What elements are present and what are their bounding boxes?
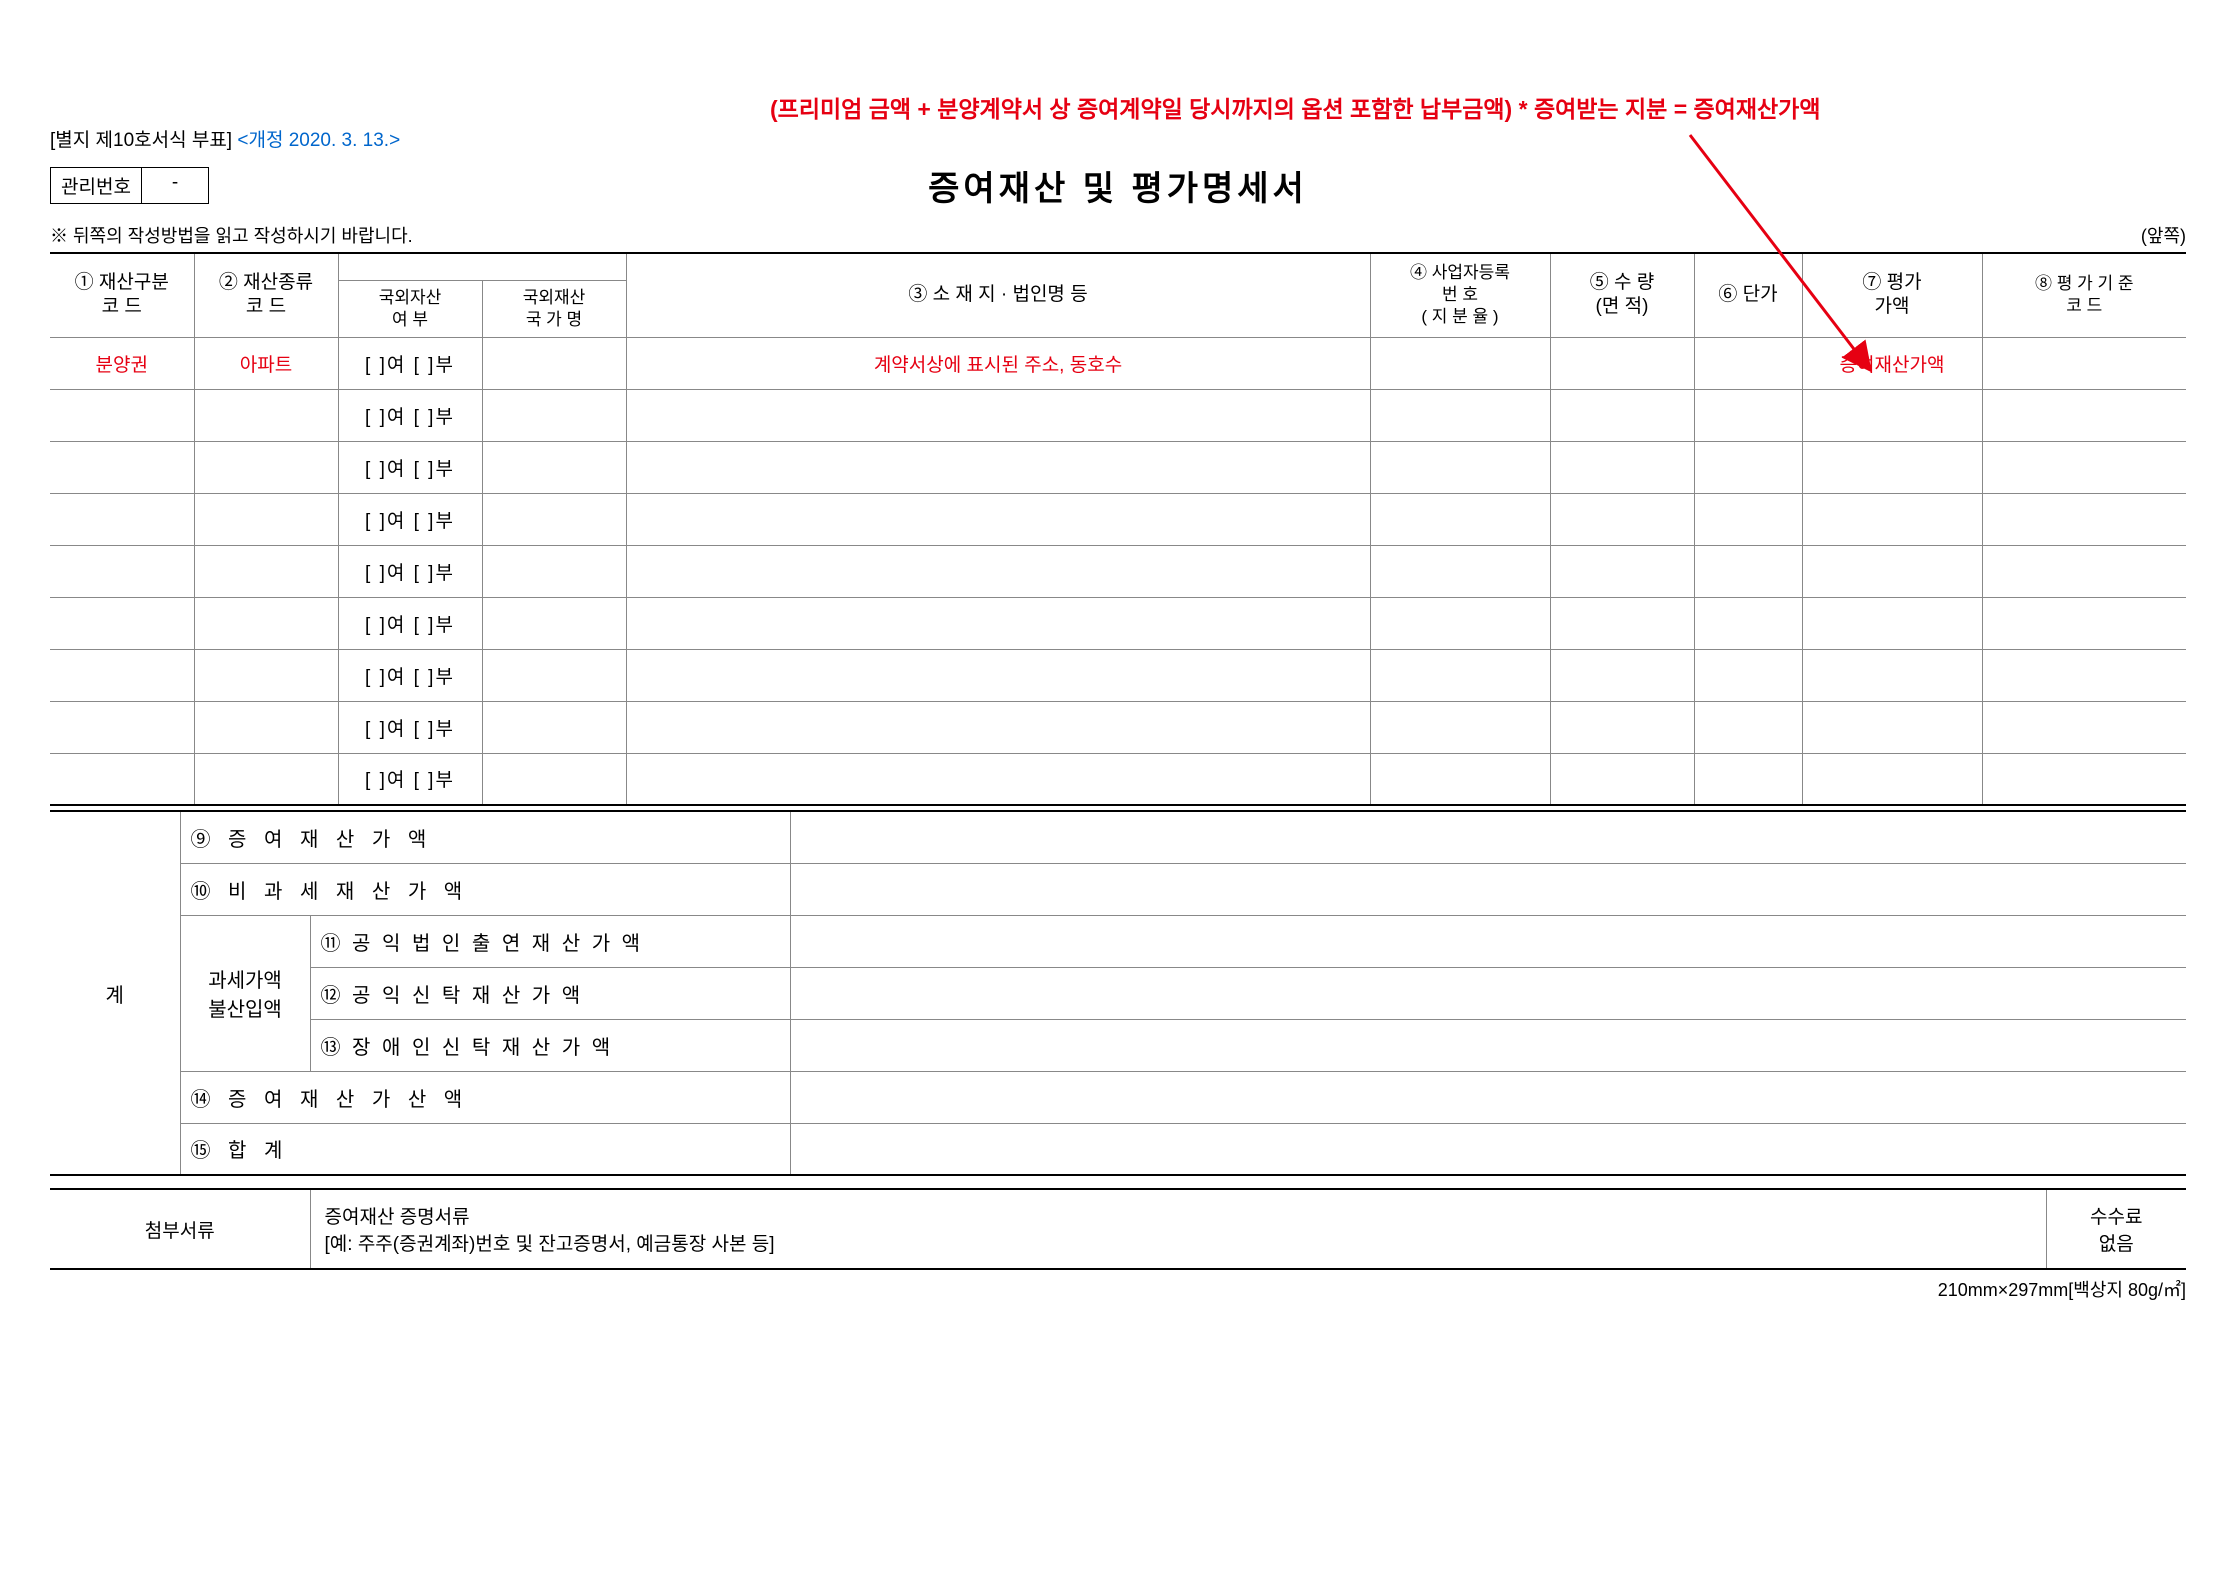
header-6: ⑥ 단가 <box>1694 254 1802 337</box>
amendment-text: <개정 2020. 3. 13.> <box>237 130 400 151</box>
cell-c7: 증여재산가액 <box>1802 337 1982 389</box>
table-row: [ ]여 [ ]부 <box>50 597 2186 649</box>
table-row: [ ]여 [ ]부 <box>50 701 2186 753</box>
calc-r13: ⑬ 장 애 인 신 탁 재 산 가 액 <box>310 1019 790 1071</box>
paper-spec: 210mm×297mm[백상지 80g/㎡] <box>50 1276 2186 1302</box>
header-4: ④ 사업자등록 번 호 ( 지 분 율 ) <box>1370 254 1550 337</box>
table-row: 분양권 아파트 [ ]여 [ ]부 계약서상에 표시된 주소, 동호수 증여재산… <box>50 337 2186 389</box>
calc-v15 <box>790 1123 2186 1175</box>
table-row: [ ]여 [ ]부 <box>50 389 2186 441</box>
calc-gye: 계 <box>50 811 180 1175</box>
yb-cell: [ ]여 [ ]부 <box>338 441 482 493</box>
table-row: [ ]여 [ ]부 <box>50 753 2186 805</box>
calc-r11: ⑪ 공 익 법 인 출 연 재 산 가 액 <box>310 915 790 967</box>
cell-c2b <box>482 337 626 389</box>
form-ref-text: [별지 제10호서식 부표] <box>50 130 232 151</box>
cell-c6 <box>1694 337 1802 389</box>
calc-r12: ⑫ 공 익 신 탁 재 산 가 액 <box>310 967 790 1019</box>
attachment-table: 첨부서류 증여재산 증명서류 [예: 주주(증권계좌)번호 및 잔고증명서, 예… <box>50 1188 2186 1270</box>
cell-c8 <box>1982 337 2186 389</box>
instruction-text: ※ 뒤쪽의 작성방법을 읽고 작성하시기 바랍니다. <box>50 222 413 248</box>
yb-cell: [ ]여 [ ]부 <box>338 701 482 753</box>
calc-sublabel: 과세가액 불산입액 <box>180 915 310 1071</box>
mgmt-value: - <box>142 168 208 203</box>
cell-c5 <box>1550 337 1694 389</box>
attach-label: 첨부서류 <box>50 1189 310 1269</box>
header-7: ⑦ 평가 가액 <box>1802 254 1982 337</box>
header-8: ⑧ 평 가 기 준 코 드 <box>1982 254 2186 337</box>
attach-line2: [예: 주주(증권계좌)번호 및 잔고증명서, 예금통장 사본 등] <box>325 1234 775 1255</box>
header-2b: 국외재산 국 가 명 <box>482 280 626 337</box>
management-number-box: 관리번호 - <box>50 167 209 204</box>
table-row: [ ]여 [ ]부 <box>50 441 2186 493</box>
main-table: ① 재산구분 코 드 ② 재산종류 코 드 ③ 소 재 지 · 법인명 등 ④ … <box>50 254 2186 806</box>
calc-v11 <box>790 915 2186 967</box>
calc-v9 <box>790 811 2186 863</box>
yb-cell: [ ]여 [ ]부 <box>338 649 482 701</box>
calc-r10: ⑩ 비 과 세 재 산 가 액 <box>180 863 790 915</box>
page-marker: (앞쪽) <box>2141 222 2186 248</box>
cell-c2a: [ ]여 [ ]부 <box>338 337 482 389</box>
fee-label: 수수료 <box>2090 1207 2142 1228</box>
calc-table: 계 ⑨ 증 여 재 산 가 액 ⑩ 비 과 세 재 산 가 액 과세가액 불산입… <box>50 810 2186 1176</box>
calc-r14: ⑭ 증 여 재 산 가 산 액 <box>180 1071 790 1123</box>
calc-v14 <box>790 1071 2186 1123</box>
calc-v12 <box>790 967 2186 1019</box>
table-row: [ ]여 [ ]부 <box>50 649 2186 701</box>
table-row: [ ]여 [ ]부 <box>50 493 2186 545</box>
yb-cell: [ ]여 [ ]부 <box>338 545 482 597</box>
header-2: ② 재산종류 코 드 <box>194 254 338 337</box>
header-5: ⑤ 수 량 (면 적) <box>1550 254 1694 337</box>
yb-cell: [ ]여 [ ]부 <box>338 389 482 441</box>
attach-fee: 수수료 없음 <box>2046 1189 2186 1269</box>
calc-v13 <box>790 1019 2186 1071</box>
fee-value: 없음 <box>2099 1234 2134 1255</box>
cell-c2: 아파트 <box>194 337 338 389</box>
cell-c1: 분양권 <box>50 337 194 389</box>
header-1: ① 재산구분 코 드 <box>50 254 194 337</box>
table-row: [ ]여 [ ]부 <box>50 545 2186 597</box>
yb-cell: [ ]여 [ ]부 <box>338 597 482 649</box>
document-title: 증여재산 및 평가명세서 <box>928 161 1308 210</box>
attach-line1: 증여재산 증명서류 <box>325 1207 470 1228</box>
form-reference: [별지 제10호서식 부표] <개정 2020. 3. 13.> <box>50 125 2186 152</box>
yb-cell: [ ]여 [ ]부 <box>338 493 482 545</box>
cell-c3: 계약서상에 표시된 주소, 동호수 <box>626 337 1370 389</box>
attach-content: 증여재산 증명서류 [예: 주주(증권계좌)번호 및 잔고증명서, 예금통장 사… <box>310 1189 2046 1269</box>
calc-r15: ⑮ 합 계 <box>180 1123 790 1175</box>
annotation-text: (프리미엄 금액 + 분양계약서 상 증여계약일 당시까지의 옵션 포함한 납부… <box>770 90 2176 124</box>
yb-cell: [ ]여 [ ]부 <box>338 753 482 805</box>
cell-c4 <box>1370 337 1550 389</box>
header-2a: 국외자산 여 부 <box>338 280 482 337</box>
calc-r9: ⑨ 증 여 재 산 가 액 <box>180 811 790 863</box>
header-3: ③ 소 재 지 · 법인명 등 <box>626 254 1370 337</box>
mgmt-label: 관리번호 <box>51 168 142 203</box>
calc-v10 <box>790 863 2186 915</box>
